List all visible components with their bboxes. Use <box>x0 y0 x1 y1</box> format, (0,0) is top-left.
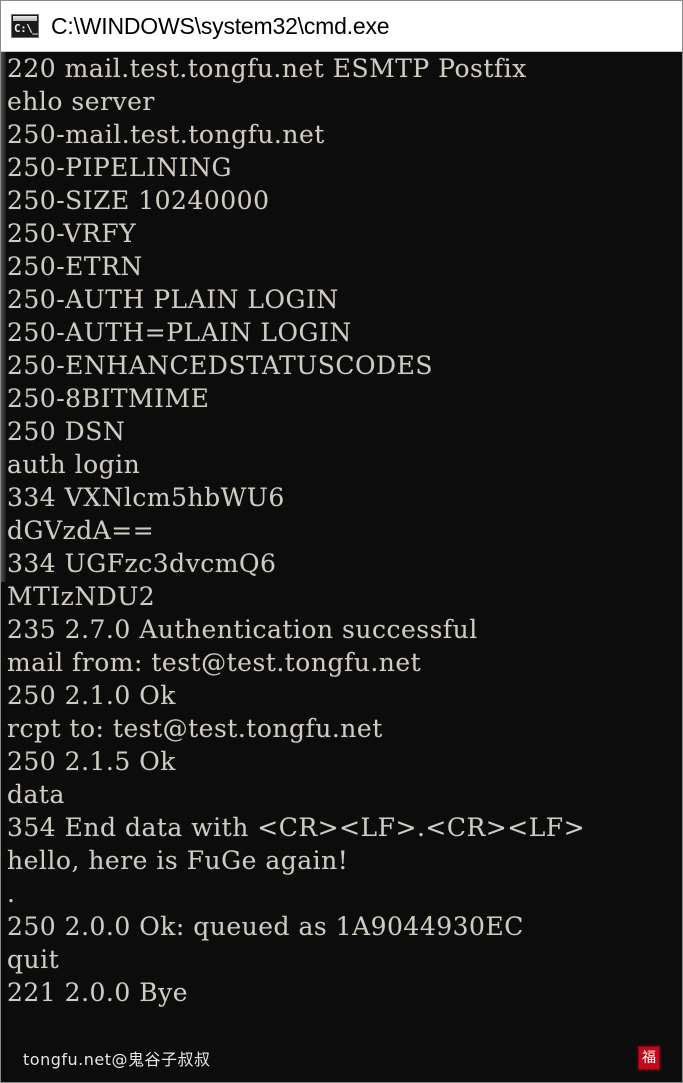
console-line: 250-PIPELINING <box>7 153 233 182</box>
console-line: mail from: test@test.tongfu.net <box>7 648 422 677</box>
console-line: ehlo server <box>7 87 155 116</box>
console-line: 250 2.1.0 Ok <box>7 681 176 710</box>
scrollbar[interactable] <box>1 52 6 582</box>
console-line: 235 2.7.0 Authentication successful <box>7 615 478 644</box>
watermark-footer: tongfu.net@鬼谷子叔叔 福 <box>1 1034 682 1082</box>
console-line: 250-AUTH=PLAIN LOGIN <box>7 318 352 347</box>
console-line: dGVzdA== <box>7 516 155 545</box>
console-line: 221 2.0.0 Bye <box>7 978 189 1007</box>
console-line: MTIzNDU2 <box>7 582 156 611</box>
console-line: data <box>7 780 65 809</box>
fu-badge-icon: 福 <box>638 1046 660 1070</box>
console-line: 250 2.0.0 Ok: queued as 1A9044930EC <box>7 912 524 941</box>
console-line: 250-SIZE 10240000 <box>7 186 270 215</box>
console-line: 250-VRFY <box>7 219 137 248</box>
console-line: 334 VXNlcm5hbWU6 <box>7 483 285 512</box>
cmd-prompt-icon: C:\_ <box>11 14 39 38</box>
console-line: 250-ETRN <box>7 252 143 281</box>
console-output-area[interactable]: 220 mail.test.tongfu.net ESMTP Postfix eh… <box>1 52 682 1082</box>
title-bar: C:\_ C:\WINDOWS\system32\cmd.exe <box>1 1 682 52</box>
console-line: 354 End data with <CR><LF>.<CR><LF> <box>7 813 586 842</box>
console-line: 250 DSN <box>7 417 126 446</box>
cmd-icon-titlestrip <box>13 16 37 21</box>
console-text: 220 mail.test.tongfu.net ESMTP Postfix eh… <box>7 52 682 1009</box>
console-line: . <box>7 879 16 908</box>
console-line: auth login <box>7 450 141 479</box>
console-line: 250-8BITMIME <box>7 384 210 413</box>
console-line: 250-ENHANCEDSTATUSCODES <box>7 351 433 380</box>
console-line: 250-AUTH PLAIN LOGIN <box>7 285 339 314</box>
cmd-window: C:\_ C:\WINDOWS\system32\cmd.exe 220 mai… <box>0 0 683 1083</box>
console-line: 334 UGFzc3dvcmQ6 <box>7 549 277 578</box>
watermark-text: tongfu.net@鬼谷子叔叔 <box>23 1050 211 1069</box>
console-line: quit <box>7 945 60 974</box>
cmd-icon-glyph: C:\_ <box>14 22 39 35</box>
console-line: 250 2.1.5 Ok <box>7 747 176 776</box>
window-title: C:\WINDOWS\system32\cmd.exe <box>51 12 390 39</box>
console-line: 220 mail.test.tongfu.net ESMTP Postfix <box>7 54 527 83</box>
console-line: hello, here is FuGe again! <box>7 846 349 875</box>
console-line: 250-mail.test.tongfu.net <box>7 120 325 149</box>
console-line: rcpt to: test@test.tongfu.net <box>7 714 383 743</box>
